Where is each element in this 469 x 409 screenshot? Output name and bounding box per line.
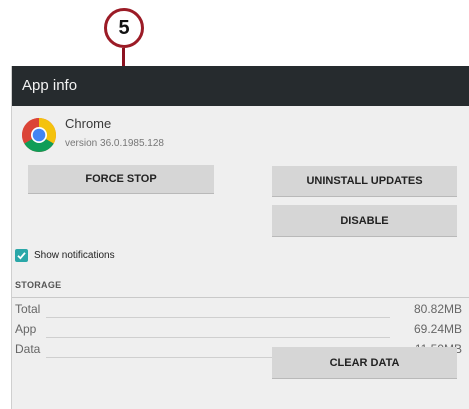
storage-row-value: 80.82MB — [413, 302, 462, 316]
show-notifications-label: Show notifications — [34, 250, 115, 261]
page-title: App info — [22, 77, 78, 94]
storage-row-label: App — [15, 322, 37, 336]
row-divider — [46, 337, 390, 338]
checkmark-icon — [17, 252, 26, 260]
app-name: Chrome — [65, 116, 112, 131]
app-version: version 36.0.1985.128 — [65, 138, 164, 149]
storage-row-value: 69.24MB — [413, 322, 462, 336]
app-header: Chrome version 36.0.1985.128 — [22, 116, 322, 156]
app-info-screen: App info Chrome version 36.0.1985.128 FO… — [11, 66, 469, 409]
uninstall-updates-button[interactable]: UNINSTALL UPDATES — [272, 166, 457, 196]
step-callout-badge: 5 — [104, 8, 144, 48]
storage-row-label: Data — [15, 342, 41, 356]
step-callout-number: 5 — [118, 16, 130, 39]
force-stop-button[interactable]: FORCE STOP — [28, 165, 214, 193]
storage-row-total: Total 80.82MB — [12, 300, 469, 320]
chrome-logo-icon — [22, 118, 56, 152]
clear-data-button[interactable]: CLEAR DATA — [272, 347, 457, 378]
storage-row-app: App 69.24MB — [12, 320, 469, 340]
title-bar: App info — [12, 66, 469, 106]
storage-header-label: STORAGE — [15, 280, 62, 290]
row-divider — [46, 317, 390, 318]
storage-row-label: Total — [15, 302, 41, 316]
disable-button[interactable]: DISABLE — [272, 205, 457, 236]
storage-section-header: STORAGE — [12, 273, 469, 298]
show-notifications-checkbox[interactable] — [15, 249, 28, 262]
